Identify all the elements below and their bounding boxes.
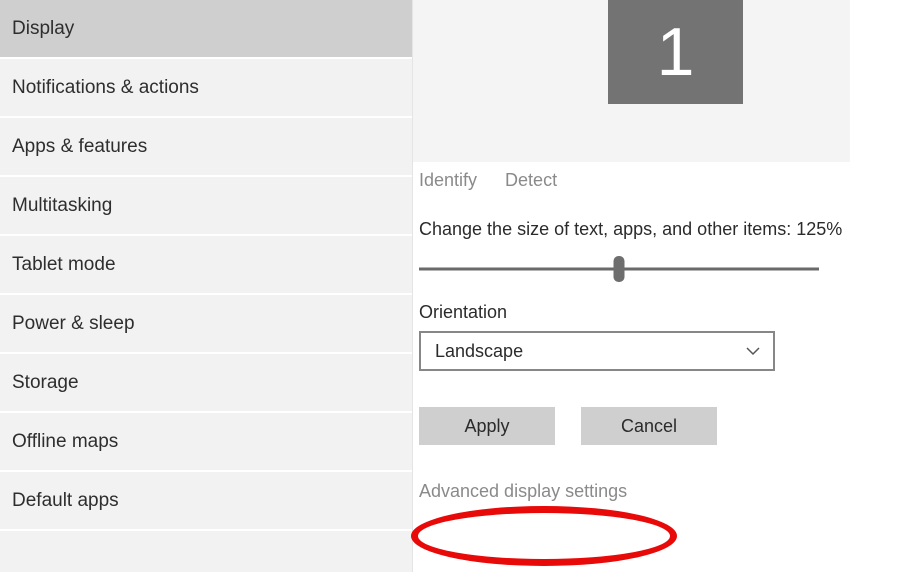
monitor-preview-area: 1 [413, 0, 850, 162]
monitor-number: 1 [657, 13, 695, 91]
action-buttons-row: Apply Cancel [419, 407, 850, 445]
scaling-slider[interactable] [419, 258, 819, 280]
sidebar-item-default-apps[interactable]: Default apps [0, 472, 412, 531]
sidebar-item-storage[interactable]: Storage [0, 354, 412, 413]
sidebar-item-label: Power & sleep [12, 313, 135, 335]
sidebar-item-label: Notifications & actions [12, 77, 199, 99]
slider-thumb[interactable] [614, 256, 625, 282]
sidebar-item-label: Multitasking [12, 195, 112, 217]
sidebar-item-label: Display [12, 18, 74, 40]
sidebar-item-notifications[interactable]: Notifications & actions [0, 59, 412, 118]
identify-link[interactable]: Identify [419, 170, 477, 191]
monitor-tile-1[interactable]: 1 [608, 0, 743, 104]
detect-link[interactable]: Detect [505, 170, 557, 191]
cancel-button[interactable]: Cancel [581, 407, 717, 445]
advanced-display-settings-link[interactable]: Advanced display settings [419, 481, 627, 501]
orientation-label: Orientation [419, 302, 850, 323]
sidebar-item-power-sleep[interactable]: Power & sleep [0, 295, 412, 354]
orientation-dropdown[interactable]: Landscape [419, 331, 775, 371]
sidebar-item-display[interactable]: Display [0, 0, 412, 59]
sidebar-item-multitasking[interactable]: Multitasking [0, 177, 412, 236]
settings-sidebar: Display Notifications & actions Apps & f… [0, 0, 413, 572]
orientation-selected-value: Landscape [435, 341, 523, 362]
monitor-links-row: Identify Detect [413, 170, 850, 191]
settings-window: Display Notifications & actions Apps & f… [0, 0, 900, 572]
sidebar-item-label: Offline maps [12, 431, 118, 453]
display-settings-panel: 1 Identify Detect Change the size of tex… [413, 0, 900, 572]
sidebar-item-apps-features[interactable]: Apps & features [0, 118, 412, 177]
settings-content: Change the size of text, apps, and other… [413, 219, 850, 502]
sidebar-item-label: Apps & features [12, 136, 147, 158]
sidebar-item-label: Default apps [12, 490, 119, 512]
sidebar-item-offline-maps[interactable]: Offline maps [0, 413, 412, 472]
chevron-down-icon [745, 343, 761, 359]
sidebar-item-label: Storage [12, 372, 79, 394]
scaling-label: Change the size of text, apps, and other… [419, 219, 850, 240]
sidebar-item-tablet-mode[interactable]: Tablet mode [0, 236, 412, 295]
apply-button[interactable]: Apply [419, 407, 555, 445]
sidebar-item-label: Tablet mode [12, 254, 116, 276]
